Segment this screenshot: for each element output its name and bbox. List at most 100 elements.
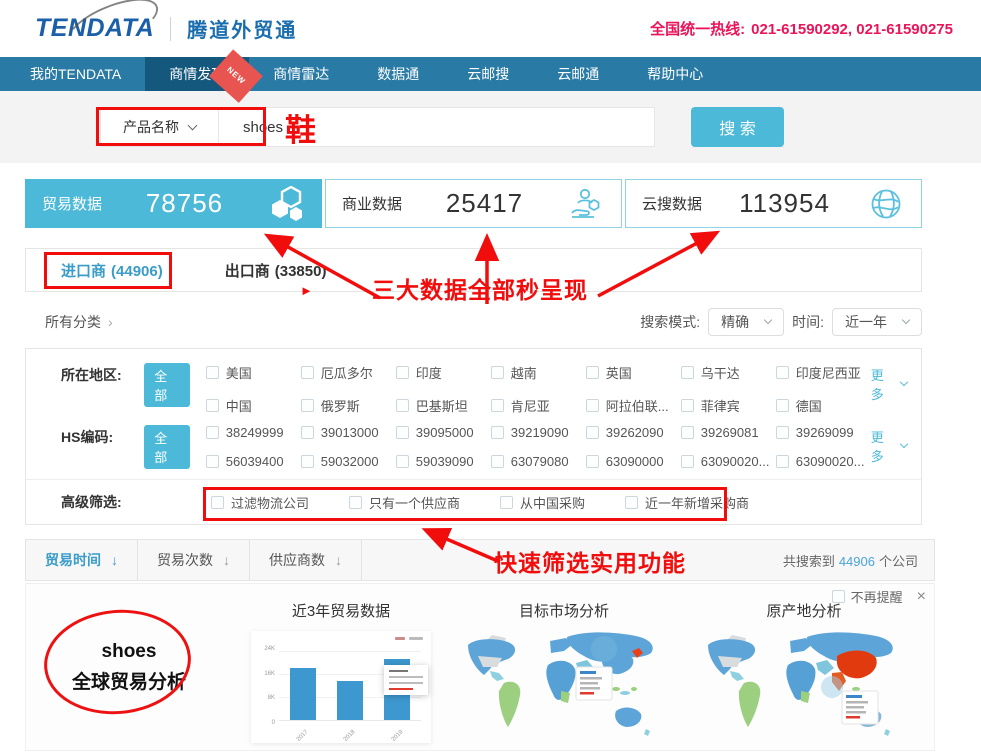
hs-checkbox[interactable]: 59032000 — [301, 454, 396, 469]
region-checkbox[interactable]: 中国 — [206, 396, 301, 415]
checkbox-icon — [396, 455, 409, 468]
main-nav: 我的TENDATA 商情发现 NEW 商情雷达 数据通 云邮搜 — [0, 57, 981, 91]
region-checkbox[interactable]: 俄罗斯 — [301, 396, 396, 415]
filter-box: 所在地区: 全部 美国 厄瓜多尔 — [25, 348, 922, 525]
search-button[interactable]: 搜 索 — [691, 107, 784, 147]
sort-item[interactable]: 贸易时间 — [26, 540, 138, 580]
hotline-label: 全国统一热线: — [650, 21, 745, 38]
checkbox-icon — [586, 399, 599, 412]
sort-item[interactable]: 供应商数 — [250, 540, 362, 580]
chevron-down-icon — [900, 378, 908, 386]
advanced-checkbox[interactable]: 近一年新增采购商 — [625, 493, 749, 512]
hs-checkbox[interactable]: 39262090 — [586, 425, 681, 440]
region-checkbox[interactable]: 肯尼亚 — [491, 396, 586, 415]
advanced-checkbox[interactable]: 只有一个供应商 — [349, 493, 460, 512]
cloud-search-data-box[interactable]: 云搜数据 113954 — [625, 179, 922, 228]
checkbox-icon — [491, 455, 504, 468]
business-data-box[interactable]: 商业数据 25417 — [325, 179, 622, 228]
dismiss-checkbox[interactable] — [832, 590, 845, 603]
nav-item[interactable]: 商情发现 NEW — [145, 57, 249, 91]
bar-chart: 24K16K8K0 201720182019 — [251, 631, 431, 743]
nav-item[interactable]: 数据通 — [353, 57, 443, 91]
hs-checkbox[interactable]: 39269099 — [776, 425, 871, 440]
hs-checkbox[interactable]: 39013000 — [301, 425, 396, 440]
tab-importers[interactable]: 进口商(44906) — [61, 260, 163, 281]
nav-item[interactable]: 云邮通 — [533, 57, 623, 91]
region-checkbox[interactable]: 乌干达 — [681, 363, 776, 382]
hs-checkbox[interactable]: 63090020... — [681, 454, 776, 469]
hs-checkbox[interactable]: 63079080 — [491, 454, 586, 469]
brand-name: 腾道外贸通 — [187, 14, 297, 43]
region-row1: 美国 厄瓜多尔 印度 — [206, 363, 871, 382]
brand-divider — [170, 17, 171, 41]
checkbox-icon — [301, 455, 314, 468]
header: TENDATA 腾道外贸通 全国统一热线: 021-61590292, 021-6… — [0, 0, 981, 57]
bar — [337, 681, 363, 720]
hs-checkbox[interactable]: 63090020... — [776, 454, 871, 469]
target-market-map — [464, 629, 664, 747]
hs-checkbox[interactable]: 39219090 — [491, 425, 586, 440]
region-checkbox[interactable]: 阿拉伯联... — [586, 396, 681, 415]
checkbox-icon — [776, 399, 789, 412]
region-row2: 中国 俄罗斯 巴基斯坦 — [206, 396, 871, 415]
checkbox-icon — [491, 366, 504, 379]
advanced-checkbox[interactable]: 过滤物流公司 — [211, 493, 309, 512]
nav-item[interactable]: 云邮搜 — [443, 57, 533, 91]
hotline-numbers: 021-61590292, 021-61590275 — [751, 21, 953, 38]
region-checkbox[interactable]: 印度 — [396, 363, 491, 382]
checkbox-icon — [500, 496, 513, 509]
search-input[interactable] — [219, 108, 654, 146]
region-checkbox[interactable]: 英国 — [586, 363, 681, 382]
trade-data-box[interactable]: 贸易数据 78756 — [25, 179, 322, 228]
checkbox-icon — [681, 366, 694, 379]
angle-right-icon: › — [108, 314, 113, 330]
advanced-label: 高级筛选: — [61, 492, 211, 512]
checkbox-icon — [396, 399, 409, 412]
advanced-checkbox[interactable]: 从中国采购 — [500, 493, 585, 512]
molecule-icon — [267, 186, 305, 222]
checkbox-icon — [491, 399, 504, 412]
hotline: 全国统一热线: 021-61590292, 021-61590275 — [650, 18, 959, 39]
bar-chart-yticks: 24K16K8K0 — [253, 646, 275, 726]
search-category-select[interactable]: 产品名称 — [101, 108, 219, 146]
region-more-link[interactable]: 更多 — [871, 363, 907, 403]
hs-checkbox[interactable]: 39269081 — [681, 425, 776, 440]
hs-row2: 56039400 59032000 59039090 — [206, 454, 871, 469]
globe-icon — [867, 186, 905, 222]
region-checkbox[interactable]: 越南 — [491, 363, 586, 382]
close-icon[interactable]: × — [917, 589, 926, 605]
sort-bar: 贸易时间 贸易次数 供应商数 共搜索到44906个公司 — [25, 539, 935, 581]
sort-item[interactable]: 贸易次数 — [138, 540, 250, 580]
checkbox-icon — [681, 426, 694, 439]
region-checkbox[interactable]: 德国 — [776, 396, 871, 415]
hs-checkbox[interactable]: 39095000 — [396, 425, 491, 440]
logo-text: TENDATA — [35, 14, 154, 42]
tendata-logo: TENDATA — [35, 14, 154, 43]
supplier-icon — [567, 186, 605, 222]
hs-checkbox[interactable]: 59039090 — [396, 454, 491, 469]
map-tooltip — [842, 691, 878, 724]
region-checkbox[interactable]: 印度尼西亚 — [776, 363, 871, 382]
map-tooltip — [576, 667, 612, 700]
region-checkbox[interactable]: 巴基斯坦 — [396, 396, 491, 415]
nav-item[interactable]: 商情雷达 — [249, 57, 353, 91]
hs-checkbox[interactable]: 38249999 — [206, 425, 301, 440]
nav-item[interactable]: 我的TENDATA — [6, 57, 145, 91]
checkbox-icon — [586, 426, 599, 439]
region-checkbox[interactable]: 美国 — [206, 363, 301, 382]
search-mode-select[interactable]: 精确 — [708, 308, 784, 336]
hs-row1: 38249999 39013000 39095000 — [206, 425, 871, 440]
nav-item[interactable]: 帮助中心 — [623, 57, 727, 91]
time-select[interactable]: 近一年 — [832, 308, 922, 336]
hs-all-button[interactable]: 全部 — [144, 425, 189, 469]
tab-exporters[interactable]: 出口商(33850) — [225, 260, 327, 281]
all-categories-link[interactable]: 所有分类 › — [45, 312, 113, 332]
region-checkbox[interactable]: 菲律宾 — [681, 396, 776, 415]
hs-checkbox[interactable]: 63090000 — [586, 454, 681, 469]
category-row: 所有分类 › 搜索模式: 精确 时间: 近一年 — [25, 304, 922, 340]
hs-more-link[interactable]: 更多 — [871, 425, 907, 465]
hs-checkbox[interactable]: 56039400 — [206, 454, 301, 469]
region-checkbox[interactable]: 厄瓜多尔 — [301, 363, 396, 382]
checkbox-icon — [206, 399, 219, 412]
region-all-button[interactable]: 全部 — [144, 363, 189, 407]
